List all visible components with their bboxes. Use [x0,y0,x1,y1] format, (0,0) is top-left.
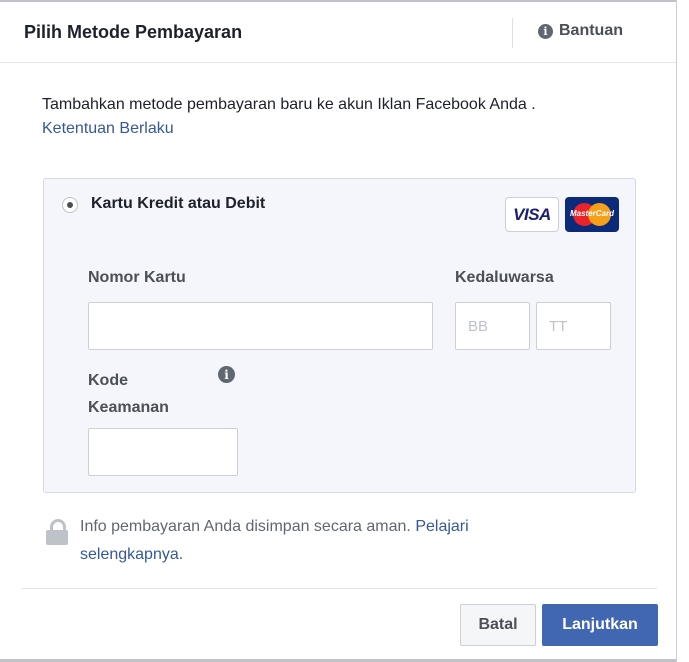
security-code-info-icon[interactable]: i [218,366,235,383]
footer-divider [22,588,657,589]
radio-selected-dot [67,202,73,208]
secure-note-description: Info pembayaran Anda disimpan secara ama… [80,518,411,535]
card-number-label: Nomor Kartu [88,269,186,286]
security-code-label-line1: Kode [88,372,128,389]
payment-method-dialog: Pilih Metode Pembayaran i Bantuan Tambah… [0,0,677,662]
credit-card-panel: Kartu Kredit atau Debit VISA MasterCard … [43,178,636,493]
expiry-year-input[interactable] [536,302,611,350]
mastercard-logo: MasterCard [565,197,619,232]
credit-card-option-label[interactable]: Kartu Kredit atau Debit [91,195,265,213]
learn-more-text-2: selengkapnya. [80,546,184,563]
expiry-month-input[interactable] [455,302,530,350]
mastercard-logo-text: MasterCard [569,209,614,218]
info-icon: i [538,23,553,39]
help-button[interactable]: i Bantuan [538,22,623,40]
lock-body [46,530,68,545]
intro-text: Tambahkan metode pembayaran baru ke akun… [42,93,642,141]
dialog-right-border [676,0,677,662]
intro-description: Tambahkan metode pembayaran baru ke akun… [42,96,536,113]
learn-more-text-1: Pelajari [415,518,469,535]
header-divider [512,18,513,48]
card-number-input[interactable] [88,302,433,350]
terms-link[interactable]: Ketentuan Berlaku [42,120,174,137]
security-code-input[interactable] [88,428,238,476]
security-code-label-line2: Keamanan [88,399,169,416]
expiry-label: Kedaluwarsa [455,269,554,286]
dialog-title: Pilih Metode Pembayaran [24,22,243,42]
security-code-label: Kode Keamanan [88,367,169,421]
dialog-header: Pilih Metode Pembayaran i Bantuan [0,2,676,63]
visa-logo: VISA [505,197,559,232]
lock-icon [46,519,68,545]
cancel-button[interactable]: Batal [460,604,536,646]
continue-button[interactable]: Lanjutkan [542,604,658,646]
credit-card-radio[interactable] [62,197,78,213]
secure-note-text: Info pembayaran Anda disimpan secara ama… [80,513,600,569]
visa-logo-text: VISA [513,204,551,224]
help-label: Bantuan [559,22,623,39]
